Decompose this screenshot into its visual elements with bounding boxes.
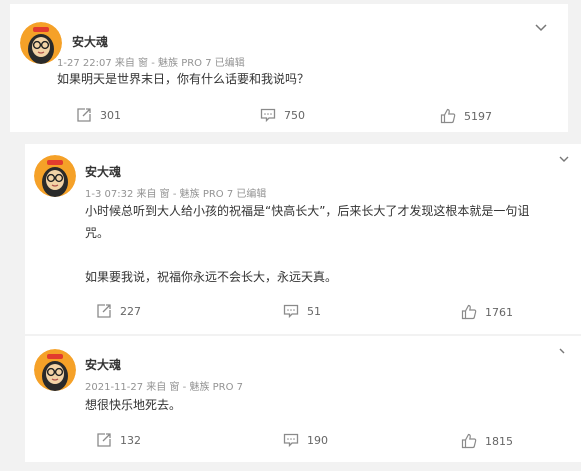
like-count: 5197 — [464, 109, 492, 123]
content-line: 如果要我说，祝福你永远不会长大，永远天真。 — [85, 270, 338, 284]
like-button[interactable]: 5197 — [440, 108, 492, 124]
avatar[interactable] — [34, 349, 76, 391]
post-meta: 1-27 22:07 来自 窗 - 魅族 PRO 7 已编辑 — [57, 58, 245, 69]
post-meta: 1-3 07:32 来自 窗 - 魅族 PRO 7 已编辑 — [85, 189, 267, 200]
post-content: 想很快乐地死去。 — [85, 394, 555, 416]
thumbs-up-icon — [461, 304, 477, 320]
post-card: 安大魂 1-3 07:32 来自 窗 - 魅族 PRO 7 已编辑 小时候总听到… — [25, 144, 581, 334]
comment-count: 750 — [284, 108, 305, 122]
comment-icon — [283, 304, 299, 319]
thumbs-up-icon — [461, 433, 477, 449]
comment-icon — [260, 108, 276, 123]
author-name[interactable]: 安大魂 — [85, 356, 121, 373]
post-content: 如果明天是世界末日，你有什么话要和我说吗？ — [57, 68, 557, 90]
chevron-down-icon[interactable] — [559, 156, 569, 163]
repost-button[interactable]: 227 — [96, 303, 141, 319]
comment-button[interactable]: 51 — [283, 303, 321, 319]
repost-count: 301 — [100, 108, 121, 122]
content-line: 如果明天是世界末日，你有什么话要和我说吗？ — [57, 72, 310, 86]
post-card: 安大魂 1-27 22:07 来自 窗 - 魅族 PRO 7 已编辑 如果明天是… — [10, 4, 568, 132]
repost-button[interactable]: 132 — [96, 432, 141, 448]
author-name[interactable]: 安大魂 — [72, 33, 108, 50]
post-card: 安大魂 2021-11-27 来自 窗 - 魅族 PRO 7 想很快乐地死去。 … — [25, 336, 581, 462]
comment-count: 51 — [307, 304, 321, 318]
chevron-down-icon[interactable] — [535, 24, 547, 32]
post-meta: 2021-11-27 来自 窗 - 魅族 PRO 7 — [85, 382, 244, 393]
repost-button[interactable]: 301 — [76, 107, 121, 123]
avatar[interactable] — [34, 155, 76, 197]
like-count: 1761 — [485, 305, 513, 319]
repost-count: 227 — [120, 304, 141, 318]
comment-button[interactable]: 750 — [260, 107, 305, 123]
repost-count: 132 — [120, 433, 141, 447]
like-button[interactable]: 1815 — [461, 433, 513, 449]
content-blank-line — [85, 244, 555, 266]
like-button[interactable]: 1761 — [461, 304, 513, 320]
comment-icon — [283, 433, 299, 448]
comment-button[interactable]: 190 — [283, 432, 328, 448]
author-name[interactable]: 安大魂 — [85, 163, 121, 180]
content-line: 想很快乐地死去。 — [85, 398, 182, 412]
like-count: 1815 — [485, 434, 513, 448]
avatar[interactable] — [20, 22, 62, 64]
repost-icon — [77, 108, 91, 122]
content-line: 小时候总听到大人给小孩的祝福是“快高长大”，后来长大了才发现这根本就是一句诅 — [85, 204, 530, 218]
repost-icon — [97, 433, 111, 447]
comment-count: 190 — [307, 433, 328, 447]
post-content: 小时候总听到大人给小孩的祝福是“快高长大”，后来长大了才发现这根本就是一句诅 咒… — [85, 200, 555, 288]
chevron-down-icon[interactable] — [559, 348, 567, 356]
thumbs-up-icon — [440, 108, 456, 124]
content-line: 咒。 — [85, 226, 110, 240]
repost-icon — [97, 304, 111, 318]
